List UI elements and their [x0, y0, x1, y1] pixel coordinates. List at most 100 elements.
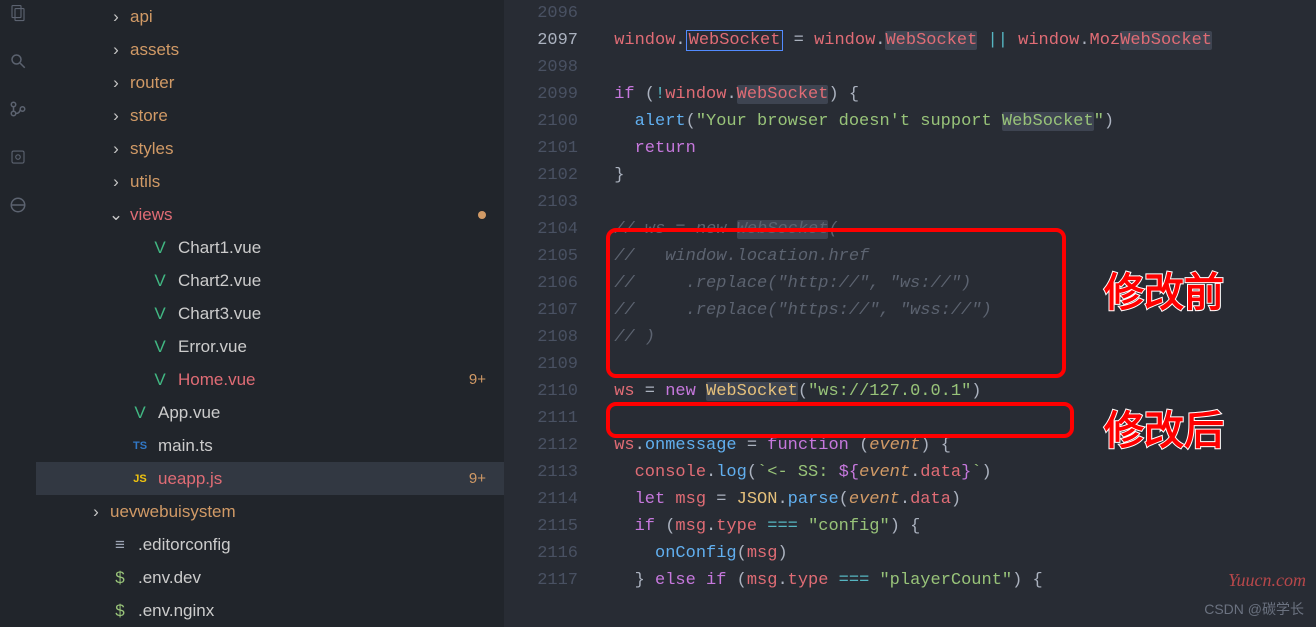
tree-item-label: Chart1.vue [178, 238, 261, 258]
line-number: 2108 [504, 324, 578, 351]
tree-item-label: main.ts [158, 436, 213, 456]
gear-icon-icon: ≡ [110, 535, 130, 555]
tree-item-chart3-vue[interactable]: V Chart3.vue [36, 297, 504, 330]
vue-icon-icon: V [130, 403, 150, 423]
code-line: if (!window.WebSocket) { [604, 81, 1316, 108]
chevron-icon: › [88, 502, 104, 522]
tree-item-assets[interactable]: › assets [36, 33, 504, 66]
tree-item-chart1-vue[interactable]: V Chart1.vue [36, 231, 504, 264]
tree-item-store[interactable]: › store [36, 99, 504, 132]
git-badge: 9+ [463, 470, 492, 487]
ext-icon[interactable] [7, 194, 29, 216]
scm-icon[interactable] [7, 98, 29, 120]
tree-item-label: .editorconfig [138, 535, 231, 555]
code-line: } [604, 162, 1316, 189]
ts-icon-icon: TS [130, 440, 150, 452]
code-line: window.WebSocket = window.WebSocket || w… [604, 27, 1316, 54]
vue-icon-icon: V [150, 304, 170, 324]
tree-item-uevwebuisystem[interactable]: › uevwebuisystem [36, 495, 504, 528]
code-line: if (msg.type === "config") { [604, 513, 1316, 540]
js-icon-icon: JS [130, 473, 150, 485]
tree-item-label: Chart2.vue [178, 271, 261, 291]
tree-item-label: Home.vue [178, 370, 255, 390]
tree-item-chart2-vue[interactable]: V Chart2.vue [36, 264, 504, 297]
search-icon[interactable] [7, 50, 29, 72]
tree-item-main-ts[interactable]: TS main.ts [36, 429, 504, 462]
line-number: 2117 [504, 567, 578, 594]
tree-item-label: utils [130, 172, 160, 192]
tree-item-label: store [130, 106, 168, 126]
tree-item-home-vue[interactable]: V Home.vue 9+ [36, 363, 504, 396]
tree-item-ueapp-js[interactable]: JS ueapp.js 9+ [36, 462, 504, 495]
modified-dot-icon [478, 211, 486, 219]
vue-icon-icon: V [150, 337, 170, 357]
vue-icon-icon: V [150, 238, 170, 258]
line-number: 2116 [504, 540, 578, 567]
annotation-label-before: 修改前 [1104, 260, 1224, 318]
line-number: 2099 [504, 81, 578, 108]
line-number: 2096 [504, 0, 578, 27]
tree-item-label: router [130, 73, 174, 93]
tree-item-label: Chart3.vue [178, 304, 261, 324]
activity-bar [0, 0, 36, 627]
tree-item-app-vue[interactable]: V App.vue [36, 396, 504, 429]
watermark: Yuucn.com [1228, 570, 1306, 591]
chevron-icon: › [108, 40, 124, 60]
tree-item-router[interactable]: › router [36, 66, 504, 99]
tree-item-label: assets [130, 40, 179, 60]
tree-item-api[interactable]: › api [36, 0, 504, 33]
line-gutter: 2096209720982099210021012102210321042105… [504, 0, 604, 627]
chevron-icon: › [108, 73, 124, 93]
code-line: // ) [604, 324, 1316, 351]
line-number: 2115 [504, 513, 578, 540]
chevron-icon: › [108, 7, 124, 27]
code-line: return [604, 135, 1316, 162]
files-icon[interactable] [7, 2, 29, 24]
git-badge: 9+ [463, 371, 492, 388]
tree-item-label: uevwebuisystem [110, 502, 236, 522]
debug-icon[interactable] [7, 146, 29, 168]
code-line: } else if (msg.type === "playerCount") { [604, 567, 1316, 594]
line-number: 2101 [504, 135, 578, 162]
tree-item-utils[interactable]: › utils [36, 165, 504, 198]
tree-item-label: api [130, 7, 153, 27]
line-number: 2114 [504, 486, 578, 513]
code-line [604, 0, 1316, 27]
vue-icon-icon: V [150, 271, 170, 291]
chevron-icon: ⌄ [108, 205, 124, 225]
chevron-icon: › [108, 139, 124, 159]
chevron-icon: › [108, 106, 124, 126]
line-number: 2113 [504, 459, 578, 486]
line-number: 2112 [504, 432, 578, 459]
line-number: 2111 [504, 405, 578, 432]
code-line: let msg = JSON.parse(event.data) [604, 486, 1316, 513]
tree-item-label: styles [130, 139, 173, 159]
line-number: 2103 [504, 189, 578, 216]
line-number: 2107 [504, 297, 578, 324]
code-line: // ws = new WebSocket( [604, 216, 1316, 243]
code-area[interactable]: 💡 window.WebSocket = window.WebSocket ||… [604, 0, 1316, 627]
tree-item--env-nginx[interactable]: $.env.nginx [36, 594, 504, 627]
tree-item--env-dev[interactable]: $ .env.dev [36, 561, 504, 594]
tree-item-label: views [130, 205, 173, 225]
tree-item-styles[interactable]: › styles [36, 132, 504, 165]
line-number: 2097 [504, 27, 578, 54]
line-number: 2100 [504, 108, 578, 135]
code-editor: 2096209720982099210021012102210321042105… [504, 0, 1316, 627]
line-number: 2109 [504, 351, 578, 378]
tree-item-views[interactable]: ⌄ views [36, 198, 504, 231]
annotation-label-after: 修改后 [1104, 398, 1224, 456]
vue-icon-icon: V [150, 370, 170, 390]
attribution: CSDN @碳学长 [1204, 599, 1304, 619]
tree-item-label: Error.vue [178, 337, 247, 357]
tree-item--editorconfig[interactable]: ≡ .editorconfig [36, 528, 504, 561]
chevron-icon: › [108, 172, 124, 192]
line-number: 2110 [504, 378, 578, 405]
dollar-icon-icon: $ [110, 568, 130, 588]
tree-item-label: App.vue [158, 403, 220, 423]
tree-item-label: .env.dev [138, 568, 201, 588]
tree-item-error-vue[interactable]: V Error.vue [36, 330, 504, 363]
tree-item-label: ueapp.js [158, 469, 222, 489]
line-number: 2098 [504, 54, 578, 81]
code-line: alert("Your browser doesn't support WebS… [604, 108, 1316, 135]
